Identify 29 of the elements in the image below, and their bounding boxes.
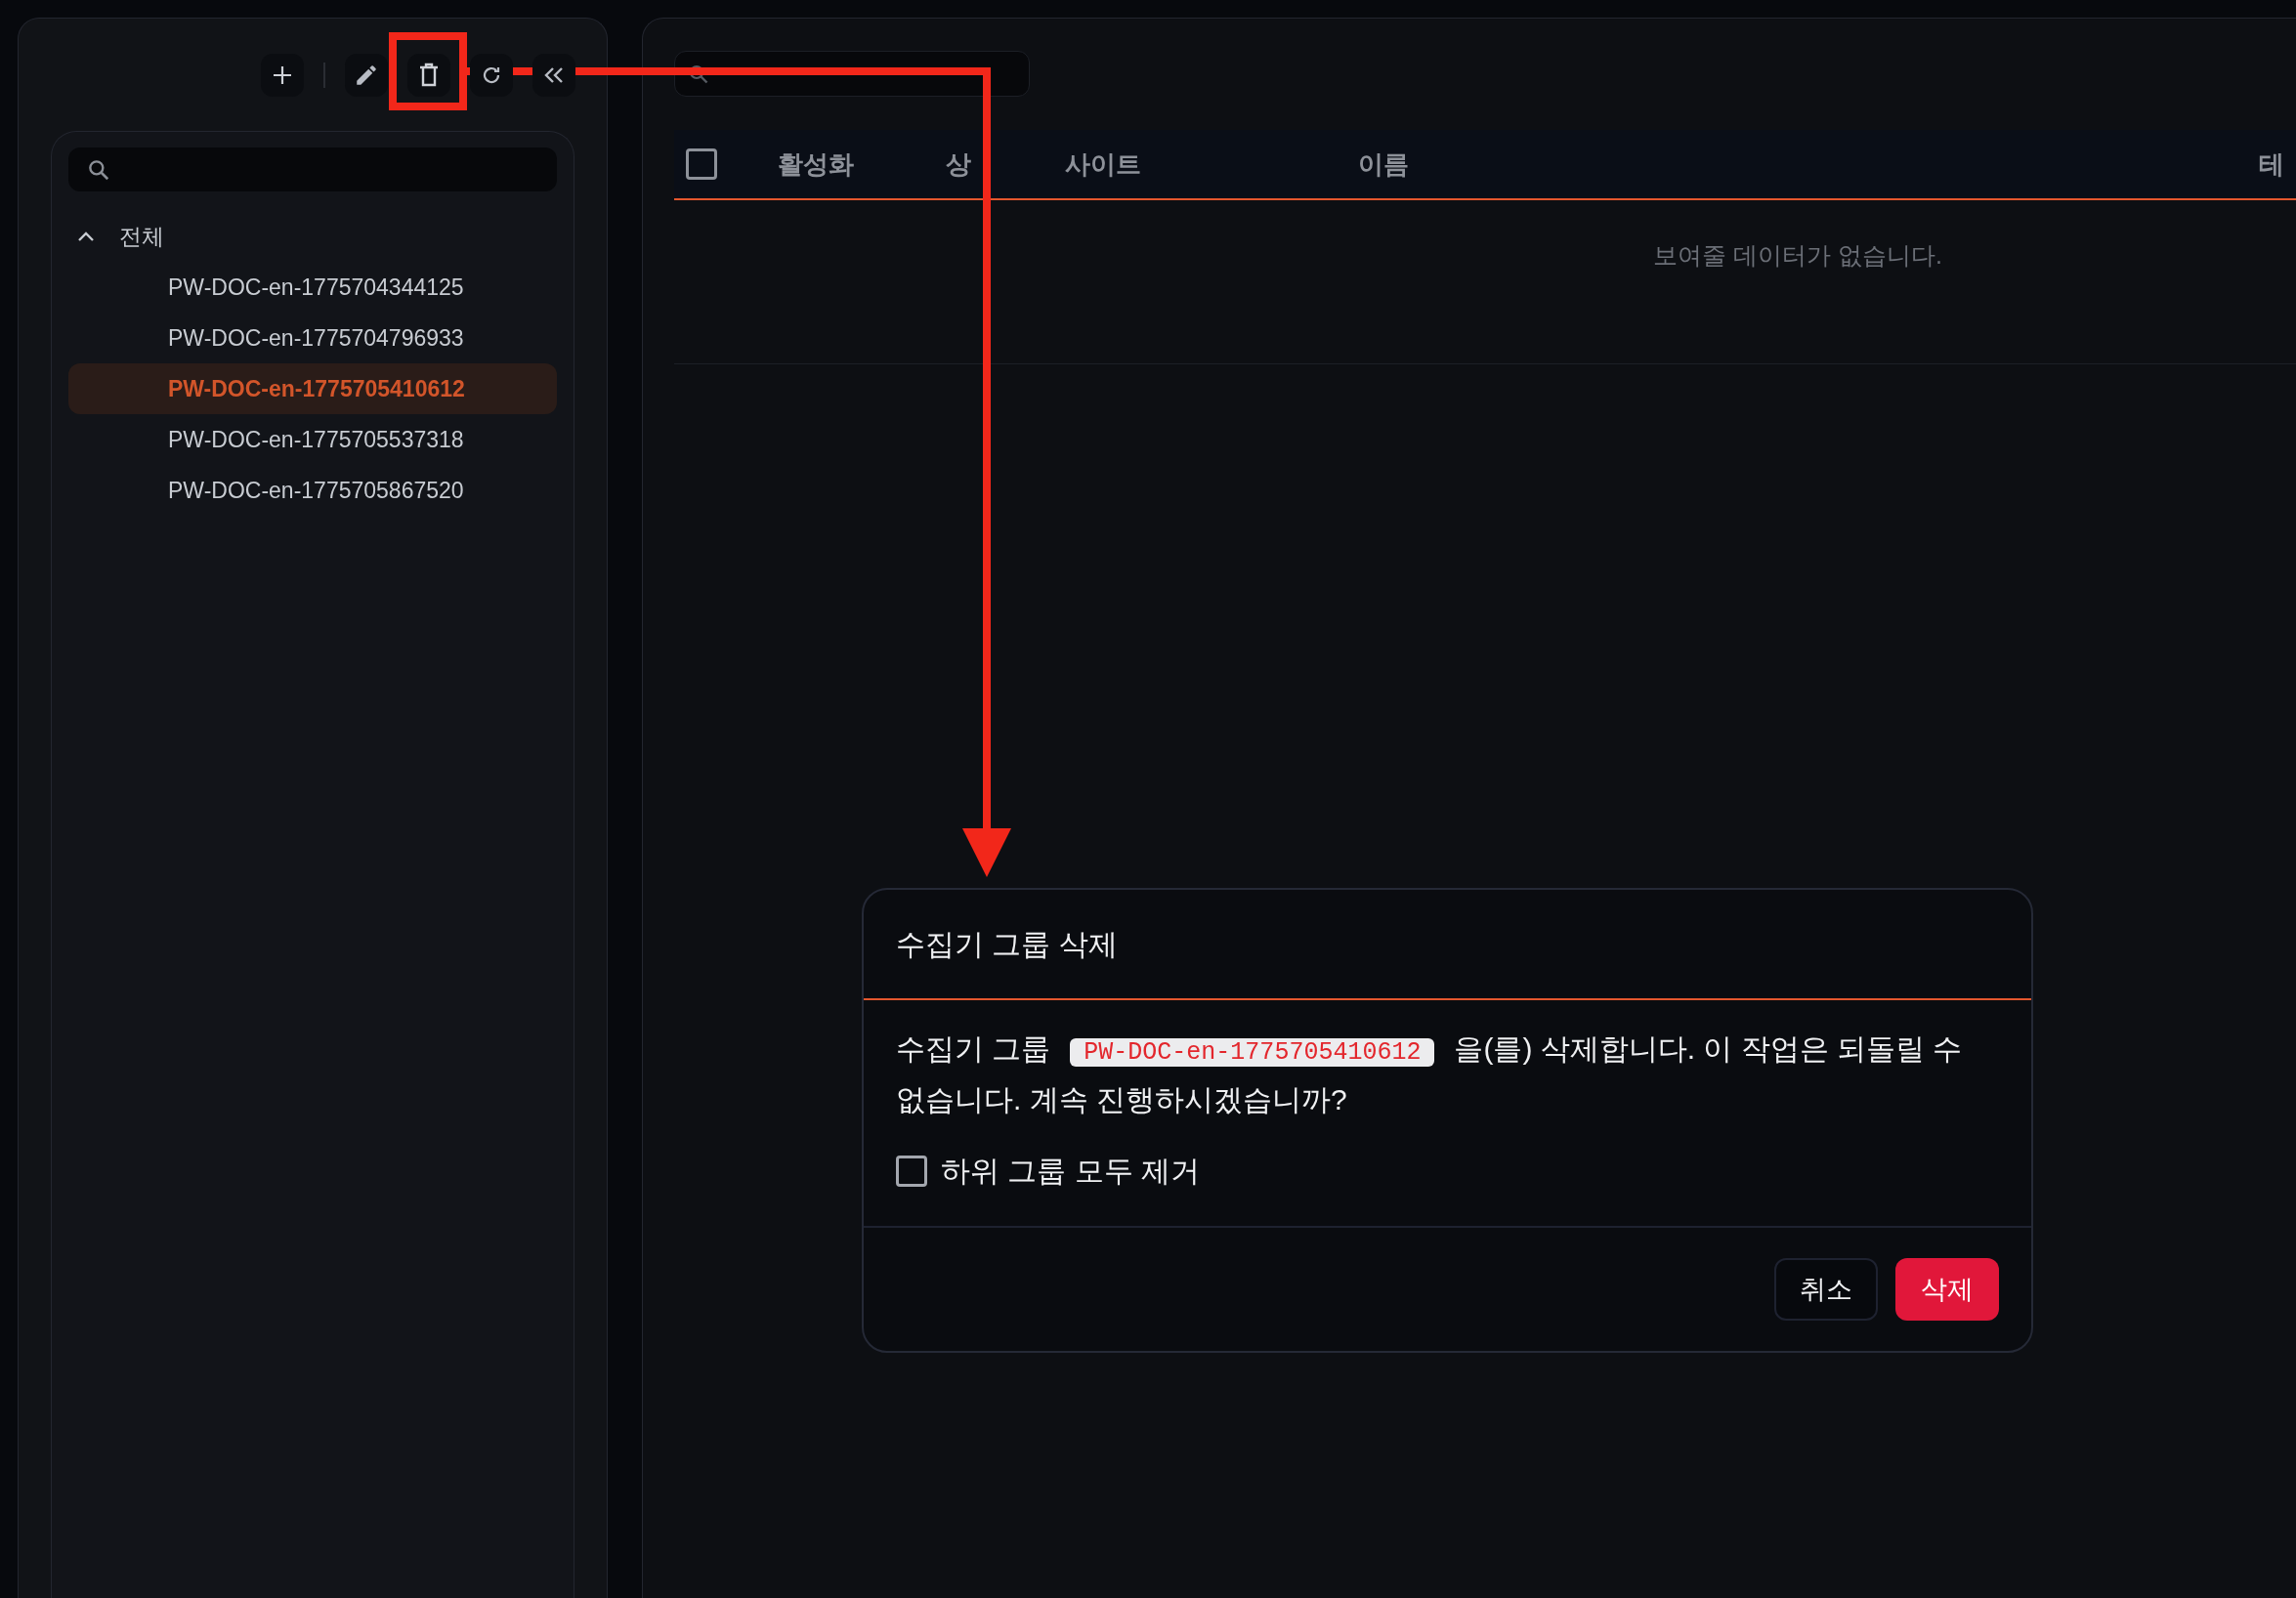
column-header[interactable]: 테 [2259,145,2284,184]
trash-icon [418,62,440,88]
tree-item[interactable]: PW-DOC-en-1775705537318 [68,414,557,465]
delete-button[interactable]: 삭제 [1895,1258,1999,1321]
collapse-button[interactable] [532,53,575,97]
plus-icon [272,63,293,86]
checkbox[interactable] [896,1155,927,1187]
tree-item[interactable]: PW-DOC-en-1775704796933 [68,313,557,363]
chevron-up-icon [76,231,96,242]
cancel-button[interactable]: 취소 [1774,1258,1878,1321]
tree-search-field[interactable] [68,147,557,191]
checkbox-label: 하위 그룹 모두 제거 [941,1154,1200,1189]
double-chevron-left-icon [543,64,565,85]
dialog-title: 수집기 그룹 삭제 [896,927,1118,962]
message-text: 수집기 그룹 PW-DOC-en-1775705410612 을(를) 삭제합니다. 이 작업은 되돌릴 수 없습니다. 계속 진행하시겠습니까? [896,1031,1964,1117]
tree-node[interactable]: 전체 [68,211,557,262]
column-header[interactable]: 사이트 [1065,145,1141,184]
empty-message: 보여줄 데이터가 없습니다. [1653,240,1942,271]
tree-item[interactable]: PW-DOC-en-1775704344125 [68,262,557,313]
refresh-button[interactable] [470,53,513,97]
column-header[interactable]: 활성화 [778,145,854,184]
column-header[interactable]: 이름 [1358,145,1409,184]
tree-item[interactable]: PW-DOC-en-1775705867520 [68,465,557,516]
column-header[interactable]: 상 [946,145,971,184]
add-button[interactable] [261,53,304,97]
edit-button[interactable] [345,53,388,97]
delete-button[interactable] [407,53,450,97]
tree-item[interactable]: PW-DOC-en-1775705410612 [68,363,557,414]
select-all-checkbox[interactable] [686,148,717,180]
